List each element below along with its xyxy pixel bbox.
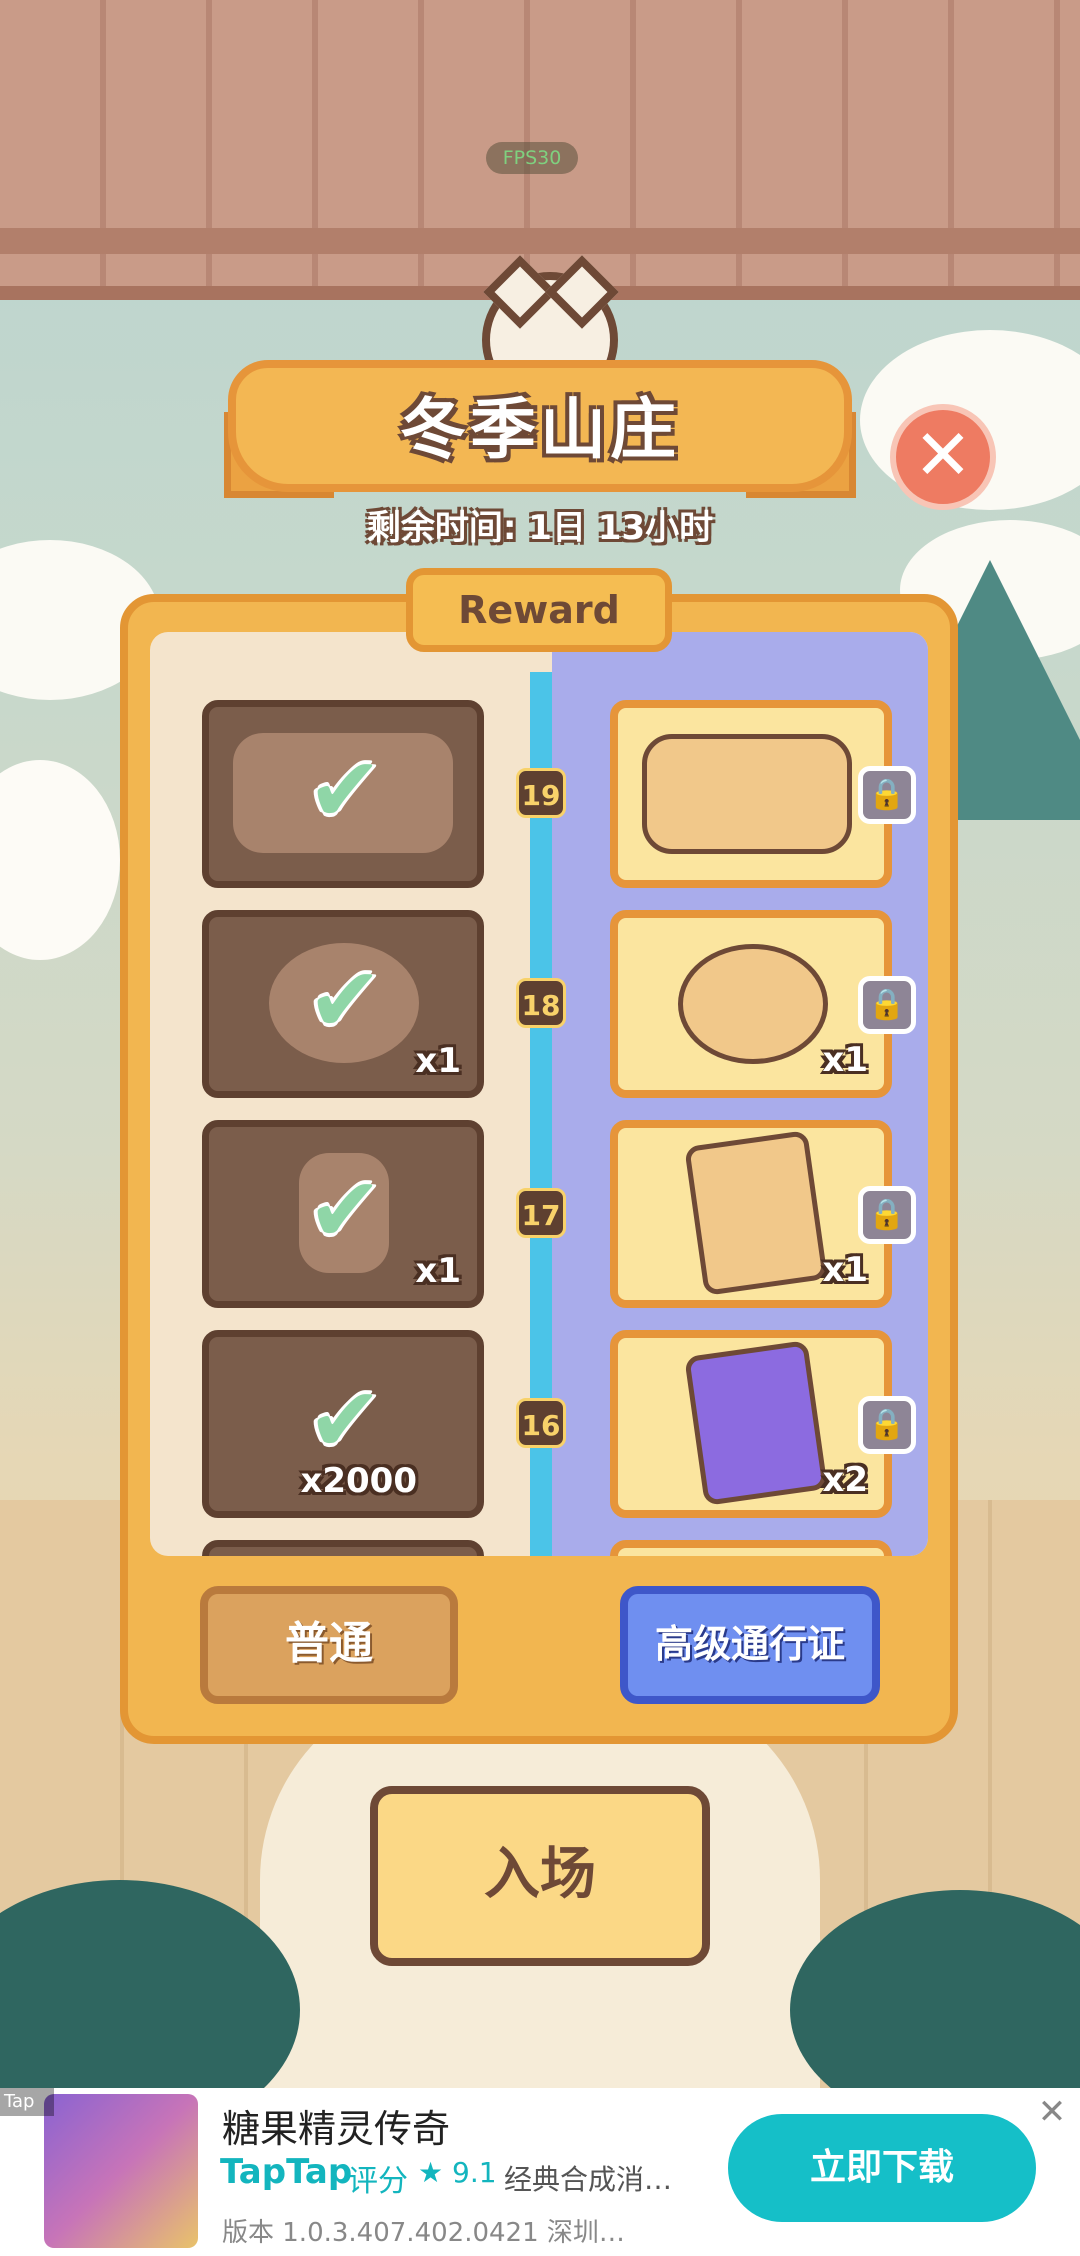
ad-game-thumbnail[interactable]: [44, 2094, 198, 2248]
level-badge: 17: [516, 1188, 566, 1238]
ad-score-label: 评分: [348, 2164, 408, 2199]
ad-version: 版本 1.0.3.407.402.0421 深圳…: [222, 2218, 625, 2248]
free-reward-cell[interactable]: ✔ x1: [202, 1120, 484, 1308]
premium-reward-cell[interactable]: x2 🔒: [610, 1330, 916, 1518]
bakery-counter-image: [642, 734, 852, 854]
reward-quantity: x1: [822, 1040, 868, 1080]
free-reward-cell[interactable]: [202, 1540, 484, 1556]
fps-counter: FPS30: [486, 142, 578, 174]
check-icon: ✔: [307, 738, 383, 843]
reward-quantity: x1: [415, 1251, 461, 1291]
lock-icon: 🔒: [858, 976, 916, 1034]
enter-button[interactable]: 入场: [370, 1786, 710, 1966]
close-button[interactable]: ✕: [890, 404, 996, 510]
close-icon[interactable]: ✕: [1036, 2095, 1068, 2129]
lock-icon: 🔒: [858, 766, 916, 824]
ad-brand: TapTap: [220, 2152, 353, 2192]
level-badge: 18: [516, 978, 566, 1028]
reward-tab: Reward: [406, 568, 672, 652]
level-badge: 19: [516, 768, 566, 818]
reward-quantity: x2000: [300, 1461, 417, 1501]
free-reward-cell[interactable]: ✔: [202, 700, 484, 888]
normal-pass-button[interactable]: 普通: [200, 1586, 458, 1704]
check-icon: ✔: [307, 1158, 383, 1263]
reward-quantity: x2: [822, 1460, 868, 1500]
fence-rail: [0, 228, 1080, 254]
time-remaining: 剩余时间: 1日 13小时: [366, 508, 714, 548]
reward-panel: ✔ 19 🔒 ✔ x1 18 x1 🔒 ✔ x1 17 x1 🔒 ✔ x2000…: [120, 594, 958, 1744]
free-reward-cell[interactable]: ✔ x2000: [202, 1330, 484, 1518]
premium-pass-button[interactable]: 高级通行证: [620, 1586, 880, 1704]
cat-bed-image: [678, 944, 828, 1064]
download-button[interactable]: 立即下载: [728, 2114, 1036, 2222]
ad-tag: Tap: [0, 2088, 54, 2116]
ad-score: ★ 9.1: [418, 2156, 497, 2189]
level-badge: 16: [516, 1398, 566, 1448]
reward-quantity: x1: [822, 1250, 868, 1290]
premium-reward-cell[interactable]: 🔒: [610, 700, 916, 888]
lock-icon: 🔒: [858, 1186, 916, 1244]
check-icon: ✔: [307, 948, 383, 1053]
premium-reward-cell[interactable]: [610, 1540, 892, 1556]
reward-quantity: x1: [415, 1041, 461, 1081]
lock-icon: 🔒: [858, 1396, 916, 1454]
ad-title[interactable]: 糖果精灵传奇: [222, 2098, 450, 2153]
premium-reward-cell[interactable]: x1 🔒: [610, 1120, 916, 1308]
reward-list[interactable]: ✔ 19 🔒 ✔ x1 18 x1 🔒 ✔ x1 17 x1 🔒 ✔ x2000…: [150, 632, 928, 1556]
free-reward-cell[interactable]: ✔ x1: [202, 910, 484, 1098]
premium-reward-cell[interactable]: x1 🔒: [610, 910, 916, 1098]
ad-description: 经典合成消…: [504, 2163, 673, 2196]
check-icon: ✔: [307, 1368, 383, 1473]
purple-card-image: [684, 1340, 828, 1506]
event-title: 冬季山庄: [400, 391, 680, 468]
furniture-card-image: [684, 1130, 828, 1296]
snowman-body: [0, 760, 120, 960]
